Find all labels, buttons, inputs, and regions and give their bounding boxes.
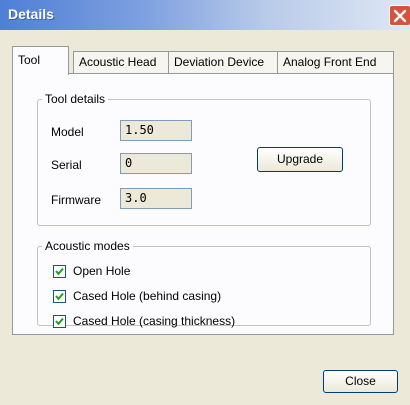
tool-details-legend: Tool details xyxy=(45,92,106,106)
open-hole-checkbox[interactable] xyxy=(53,265,66,278)
tab-analog-front-end[interactable]: Analog Front End xyxy=(277,51,394,73)
title-bar[interactable]: Details xyxy=(0,0,410,30)
firmware-label: Firmware xyxy=(51,193,101,207)
tool-tab-panel: Tool details Model 1.50 Serial 0 Firmwar… xyxy=(12,73,394,335)
acoustic-modes-group: Acoustic modes xyxy=(37,239,371,326)
model-label: Model xyxy=(51,125,84,139)
details-dialog: Details Tool Acoustic Head Deviation Dev… xyxy=(0,0,410,405)
serial-field: 0 xyxy=(120,153,192,174)
cased-hole-behind-casing-checkbox[interactable] xyxy=(53,290,66,303)
checkmark-icon xyxy=(55,317,64,326)
cased-hole-casing-thickness-checkbox[interactable] xyxy=(53,315,66,328)
checkmark-icon xyxy=(55,292,64,301)
cased-hole-casing-thickness-label: Cased Hole (casing thickness) xyxy=(73,314,236,328)
close-button[interactable]: Close xyxy=(323,370,398,393)
upgrade-button[interactable]: Upgrade xyxy=(257,147,343,172)
close-window-button[interactable] xyxy=(389,5,410,26)
open-hole-label: Open Hole xyxy=(73,264,131,278)
tab-deviation-device[interactable]: Deviation Device xyxy=(168,51,278,73)
close-icon xyxy=(393,9,407,23)
model-field: 1.50 xyxy=(120,120,192,141)
window-title: Details xyxy=(8,6,54,22)
tab-tool[interactable]: Tool xyxy=(12,46,69,75)
tab-acoustic-head[interactable]: Acoustic Head xyxy=(73,51,169,73)
acoustic-modes-legend: Acoustic modes xyxy=(45,239,130,253)
serial-label: Serial xyxy=(51,158,82,172)
firmware-field: 3.0 xyxy=(120,188,192,209)
cased-hole-behind-casing-label: Cased Hole (behind casing) xyxy=(73,289,222,303)
checkmark-icon xyxy=(55,267,64,276)
